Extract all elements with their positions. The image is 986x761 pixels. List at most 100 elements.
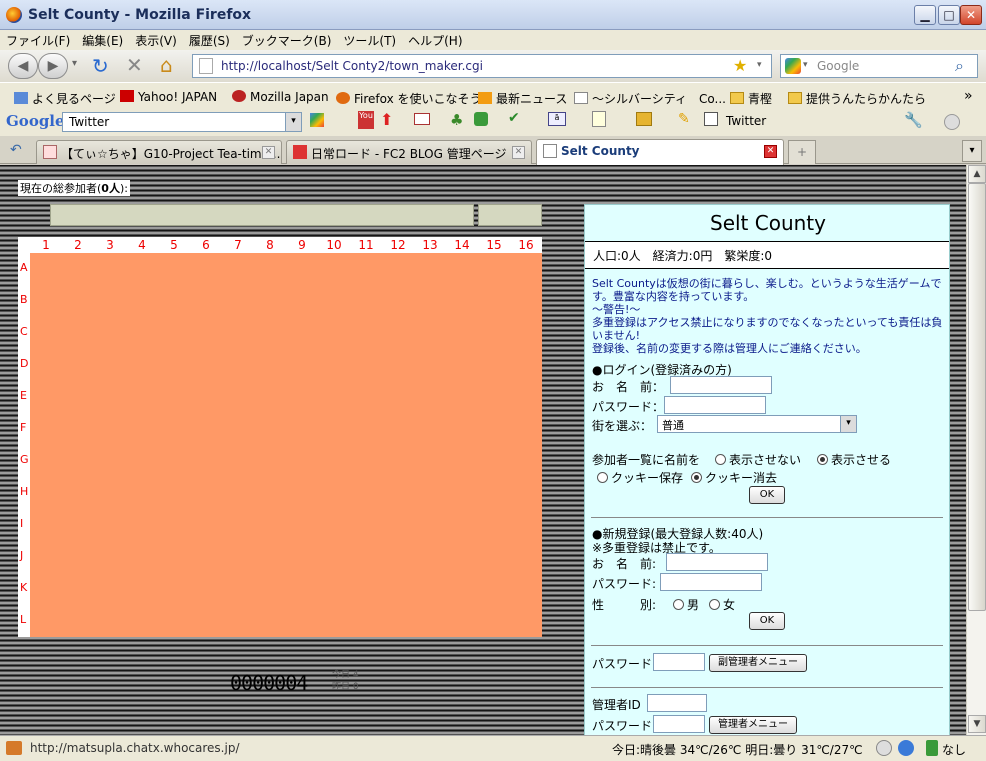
bookmark-label: Firefox を使いこなそう [354, 92, 482, 106]
maximize-button[interactable]: □ [938, 5, 960, 25]
show-name-option[interactable]: 表示させる [817, 451, 891, 468]
radio-hide[interactable] [715, 454, 726, 465]
google-search-dropdown-icon[interactable]: ▾ [285, 113, 301, 131]
all-tabs-button[interactable]: ▾ [962, 140, 982, 162]
search-icon[interactable]: ⌕ [955, 56, 964, 76]
vertical-scrollbar[interactable]: ▲ ▼ [966, 165, 986, 735]
translate-icon[interactable] [474, 112, 488, 126]
bookmark-folder[interactable]: 青樫 [730, 90, 772, 107]
url-text[interactable]: http://localhost/Selt Conty2/town_maker.… [221, 59, 483, 73]
game-title: Selt County [710, 211, 826, 235]
signin-icon[interactable] [944, 114, 960, 130]
town-select[interactable]: 普通 ▾ [657, 415, 857, 433]
engine-dropdown-icon[interactable]: ▾ [803, 60, 808, 70]
register-name-input[interactable] [666, 553, 768, 571]
title-bar: Selt County - Mozilla Firefox ▁ □ ✕ [0, 0, 986, 30]
sub-admin-password-input[interactable] [653, 653, 705, 671]
register-ok-button[interactable]: OK [749, 612, 785, 630]
gender-male-option[interactable]: 男 [673, 596, 699, 613]
scrollbar-thumb[interactable] [968, 183, 986, 611]
google-search-input[interactable]: Twitter ▾ [62, 112, 302, 132]
bookmark-item[interactable]: Yahoo! JAPAN [120, 90, 217, 104]
train-icon[interactable] [926, 740, 938, 756]
minimize-button[interactable]: ▁ [914, 5, 936, 25]
bookmark-folder[interactable]: 提供うんたらかんたら [788, 90, 926, 107]
forward-button[interactable]: ▶ [38, 53, 68, 79]
login-password-input[interactable] [664, 396, 766, 414]
login-name-input[interactable] [670, 376, 772, 394]
town-map[interactable] [30, 253, 542, 637]
scroll-down-icon[interactable]: ▼ [968, 715, 986, 733]
menu-history[interactable]: 履歴(S) [183, 30, 236, 51]
radio-male[interactable] [673, 599, 684, 610]
menu-view[interactable]: 表示(V) [129, 30, 183, 51]
bookmark-item[interactable]: よく見るページ [14, 90, 116, 107]
new-tab-button[interactable]: + [788, 140, 816, 164]
url-dropdown-icon[interactable]: ▾ [757, 60, 762, 70]
close-button[interactable]: ✕ [960, 5, 982, 25]
radio-show[interactable] [817, 454, 828, 465]
login-ok-button[interactable]: OK [749, 486, 785, 504]
admin-menu-button[interactable]: 管理者メニュー [709, 716, 797, 734]
star-icon[interactable]: ★ [733, 56, 747, 75]
home-icon[interactable]: ⌂ [160, 53, 173, 77]
bookmark-item[interactable]: 最新ニュース [478, 90, 567, 107]
menu-help[interactable]: ヘルプ(H) [402, 30, 468, 51]
scroll-up-icon[interactable]: ▲ [968, 165, 986, 183]
chevron-down-icon[interactable]: ▾ [840, 416, 856, 432]
search-box[interactable]: ▾ Google ⌕ [780, 54, 978, 78]
clover-icon[interactable]: ♣ [450, 111, 463, 129]
cookie-delete-option[interactable]: クッキー消去 [691, 469, 777, 486]
tab-fc2-blog[interactable]: 日常ロード - FC2 BLOG 管理ページ ✕ [286, 140, 532, 164]
google-engine-icon[interactable] [785, 58, 801, 74]
gmail-icon[interactable] [414, 113, 430, 125]
spellcheck-icon[interactable]: ✔ [508, 110, 520, 126]
map-column-number: 10 [326, 238, 342, 252]
twitter-button-label[interactable]: Twitter [726, 114, 766, 128]
stop-icon[interactable]: ✕ [126, 53, 143, 77]
notebook-icon[interactable] [592, 111, 606, 127]
bookmark-item[interactable]: Mozilla Japan [232, 90, 329, 104]
upload-icon[interactable]: ⬆ [380, 110, 393, 129]
youtube-icon[interactable]: You [358, 111, 374, 129]
sub-admin-menu-button[interactable]: 副管理者メニュー [709, 654, 807, 672]
bookmark-item[interactable]: 〜シルバーシティ Co... [574, 90, 726, 107]
highlight-icon[interactable]: ✎ [678, 111, 690, 127]
tab-selt-county[interactable]: Selt County ✕ [536, 139, 784, 165]
tab-close-icon[interactable]: ✕ [512, 146, 525, 159]
radio-cookie-delete[interactable] [691, 472, 702, 483]
bookmark-folder-icon[interactable] [636, 112, 652, 126]
tab-list-icon[interactable]: ↶ [10, 142, 22, 158]
menu-edit[interactable]: 編集(E) [76, 30, 129, 51]
translate-box-icon[interactable]: ā [548, 112, 566, 126]
chat-icon[interactable] [898, 740, 914, 756]
google-search-icon[interactable] [310, 113, 324, 127]
reload-icon[interactable]: ↻ [92, 54, 109, 78]
menu-tools[interactable]: ツール(T) [337, 30, 402, 51]
wrench-icon[interactable]: 🔧 [904, 111, 923, 129]
url-bar[interactable]: http://localhost/Selt Conty2/town_maker.… [192, 54, 772, 78]
bookmarks-overflow-icon[interactable]: » [964, 88, 973, 104]
register-password-input[interactable] [660, 573, 762, 591]
map-row-letter: F [20, 421, 27, 434]
addon-icon[interactable] [876, 740, 892, 756]
bookmark-item[interactable]: Firefox を使いこなそう [336, 90, 482, 107]
hide-name-option[interactable]: 表示させない [715, 451, 801, 468]
back-button[interactable]: ◀ [8, 53, 38, 79]
tab-close-icon[interactable]: ✕ [262, 146, 275, 159]
cookie-save-option[interactable]: クッキー保存 [597, 469, 683, 486]
tab-teatime[interactable]: 【てぃ☆ちゃ】G10-Project Tea-time... ✕ [36, 140, 282, 164]
admin-id-input[interactable] [647, 694, 707, 712]
radio-female[interactable] [709, 599, 720, 610]
admin-password-input[interactable] [653, 715, 705, 733]
menu-bookmarks[interactable]: ブックマーク(B) [236, 30, 338, 51]
status-page-icon [6, 741, 22, 755]
bookmark-icon [14, 92, 28, 104]
google-search-value[interactable]: Twitter [69, 115, 109, 129]
history-dropdown-icon[interactable]: ▾ [72, 58, 77, 69]
radio-cookie-save[interactable] [597, 472, 608, 483]
tab-close-icon[interactable]: ✕ [764, 145, 777, 158]
menu-file[interactable]: ファイル(F) [0, 30, 76, 51]
gender-female-option[interactable]: 女 [709, 596, 735, 613]
twitter-search-icon[interactable] [704, 112, 718, 126]
